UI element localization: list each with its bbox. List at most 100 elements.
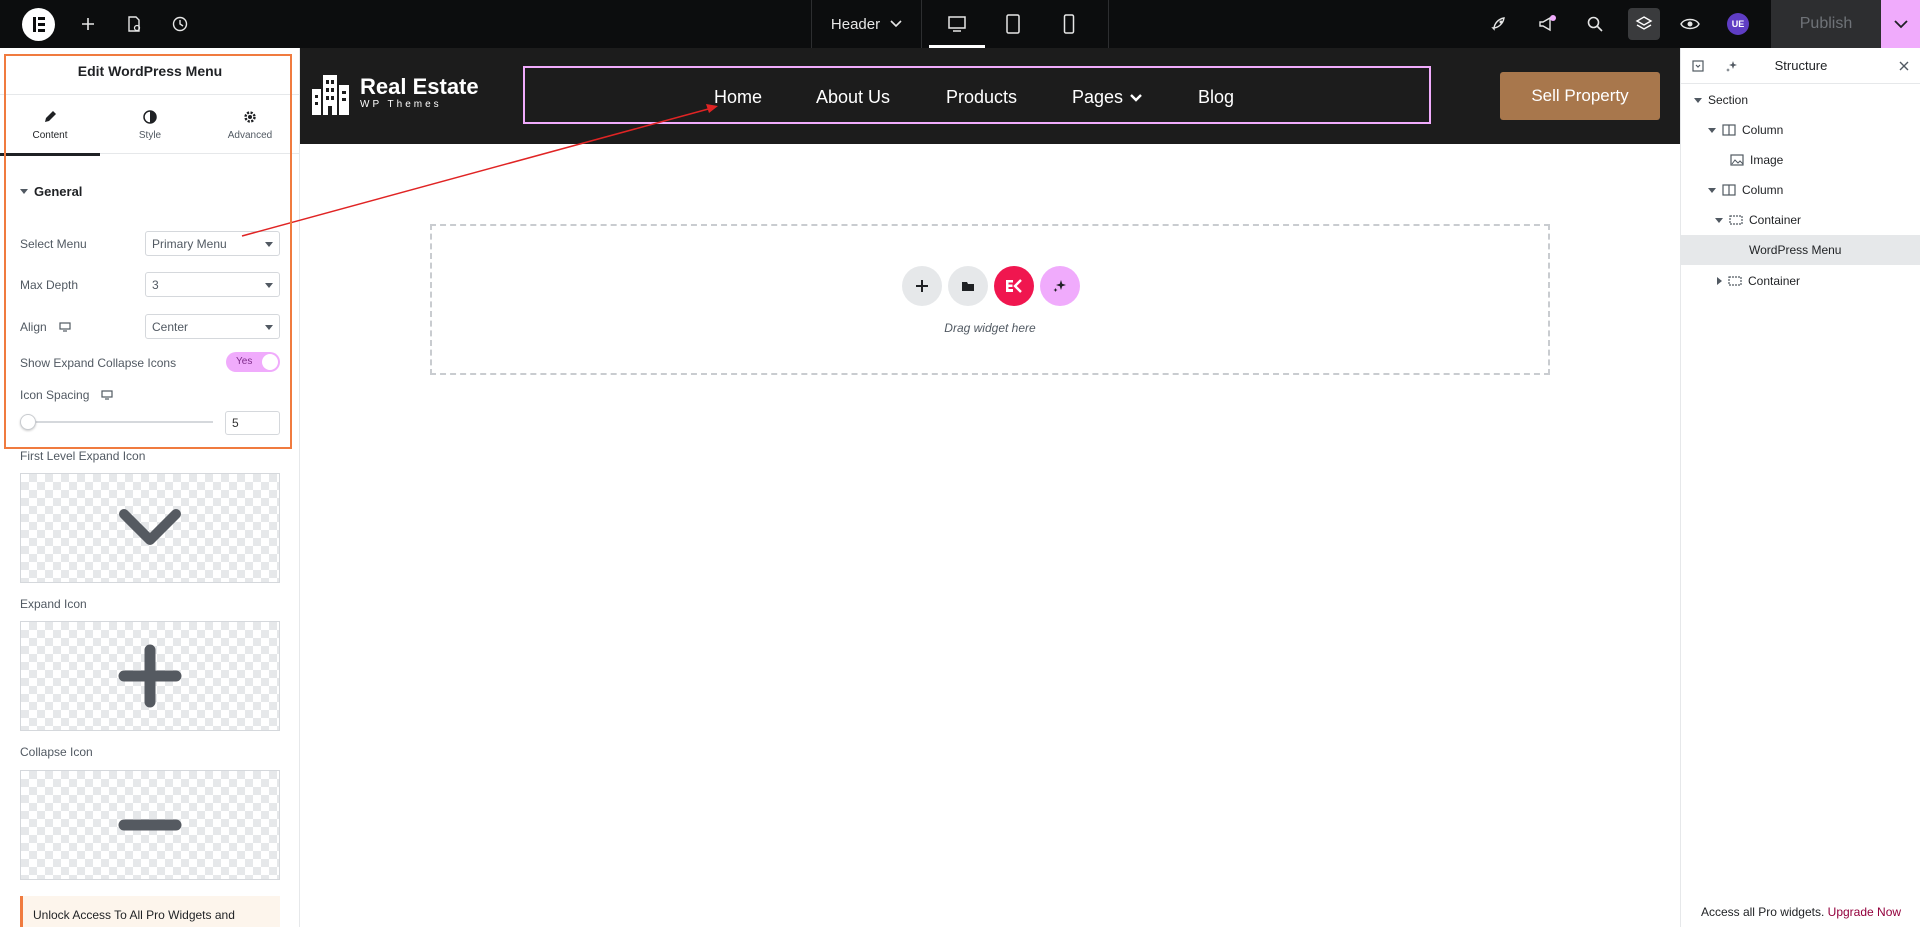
buildings-icon [312,75,349,115]
caret-down-icon [1708,127,1716,133]
structure-panel: Structure Section Column Image Column Co… [1680,48,1920,927]
structure-header: Structure [1681,48,1920,84]
first-level-icon-label: First Level Expand Icon [20,449,146,463]
caret-down-icon [1694,97,1702,103]
elementor-logo-icon[interactable] [22,8,55,41]
tree-item-wordpress-menu[interactable]: WordPress Menu [1681,235,1920,265]
tree-item-section[interactable]: Section [1681,85,1920,115]
column-icon [1722,124,1736,136]
collapse-icon-picker[interactable] [20,770,280,880]
align-label: Align [20,320,71,334]
tree-item-column[interactable]: Column [1681,115,1920,145]
nav-item-pages[interactable]: Pages [1072,68,1143,126]
tree-item-column[interactable]: Column [1681,175,1920,205]
container-icon [1729,215,1743,225]
chevron-down-icon [119,509,181,545]
sell-property-button[interactable]: Sell Property [1500,72,1660,120]
notifications-megaphone-icon[interactable] [1525,0,1569,48]
show-icons-toggle[interactable]: Yes [226,352,280,372]
tree-item-container[interactable]: Container [1681,205,1920,235]
widget-settings-panel: Edit WordPress Menu Content Style Advanc… [0,48,300,927]
document-selector[interactable]: Header [812,0,922,48]
icon-spacing-label: Icon Spacing [20,388,113,402]
first-level-icon-picker[interactable] [20,473,280,583]
chevron-down-icon [1893,19,1908,28]
preview-eye-icon[interactable] [1668,0,1712,48]
empty-drop-zone[interactable]: Drag widget here [430,224,1550,375]
nav-item-home[interactable]: Home [714,68,762,126]
rocket-icon[interactable] [1477,0,1521,48]
nav-item-blog[interactable]: Blog [1198,68,1234,126]
desktop-responsive-icon[interactable] [59,322,71,332]
chevron-down-icon [1130,93,1142,102]
document-label: Header [830,15,881,33]
add-template-button[interactable] [948,266,988,306]
plus-icon [916,280,928,292]
container-icon [1728,276,1742,286]
icon-spacing-input[interactable]: 5 [225,411,280,435]
layers-icon[interactable] [1628,8,1660,40]
site-logo[interactable]: Real Estate WP Themes [310,71,479,117]
publish-options-button[interactable] [1881,0,1920,48]
tab-content-label: Content [32,129,68,141]
minus-icon [118,819,182,831]
icon-spacing-slider-track[interactable] [28,421,213,423]
tab-content[interactable]: Content [0,95,100,156]
sparkle-icon [1053,280,1066,292]
drop-zone-hint: Drag widget here [944,321,1036,335]
icon-spacing-slider-handle[interactable] [20,414,36,430]
caret-right-icon [1717,277,1722,285]
tree-item-image[interactable]: Image [1681,145,1920,175]
nav-item-products[interactable]: Products [946,68,1017,126]
close-icon[interactable] [1899,61,1909,71]
wordpress-menu-widget[interactable]: Home About Us Products Pages Blog [523,66,1431,124]
tab-advanced[interactable]: Advanced [200,95,299,155]
pencil-icon [45,110,56,122]
add-section-button[interactable] [902,266,942,306]
publish-button[interactable]: Publish [1771,0,1881,48]
max-depth-dropdown[interactable]: 3 [145,272,280,297]
caret-down-icon [1715,217,1723,223]
half-circle-icon [143,109,157,124]
nav-item-pages-label: Pages [1072,86,1124,107]
upgrade-footer: Access all Pro widgets. Upgrade Now [1700,905,1902,919]
elementskit-button[interactable] [994,266,1034,306]
search-icon[interactable] [1573,0,1617,48]
history-icon[interactable] [158,0,202,48]
section-general-label: General [34,184,83,199]
brand-tagline: WP Themes [360,99,442,110]
tree-item-container[interactable]: Container [1681,266,1920,296]
user-avatar[interactable]: UE [1727,13,1749,35]
select-menu-label: Select Menu [20,237,87,251]
tab-style[interactable]: Style [100,95,200,155]
panel-title: Edit WordPress Menu [77,63,223,79]
align-dropdown[interactable]: Center [145,314,280,339]
upgrade-now-link[interactable]: Upgrade Now [1828,905,1901,919]
elementskit-icon [1006,279,1022,293]
gear-icon [244,110,256,123]
toggle-label: Yes [236,356,253,367]
site-header[interactable]: Real Estate WP Themes Home About Us Prod… [300,48,1680,144]
editor-topbar: Header UE Publish [0,0,1920,48]
column-icon [1722,184,1736,196]
show-icons-label: Show Expand Collapse Icons [20,356,177,370]
expand-icon-picker[interactable] [20,621,280,731]
ai-assistant-button[interactable] [1040,266,1080,306]
add-element-icon[interactable] [66,0,110,48]
mobile-view-icon[interactable] [1041,0,1097,48]
tablet-view-icon[interactable] [985,0,1041,48]
desktop-view-icon[interactable] [929,0,985,48]
brand-name: Real Estate [360,74,479,99]
expand-icon-label: Expand Icon [20,597,87,611]
collapse-icon-label: Collapse Icon [20,745,93,759]
select-menu-dropdown[interactable]: Primary Menu [145,231,280,256]
desktop-responsive-icon[interactable] [101,390,113,400]
tab-style-label: Style [138,129,162,141]
folder-icon [962,282,974,291]
page-settings-icon[interactable] [112,0,156,48]
nav-item-about-us[interactable]: About Us [816,68,890,126]
panel-tabs: Content Style Advanced [0,94,299,156]
image-icon [1730,154,1744,166]
section-general[interactable]: General [20,184,82,199]
pro-promo-banner[interactable]: Unlock Access To All Pro Widgets and [20,896,280,927]
